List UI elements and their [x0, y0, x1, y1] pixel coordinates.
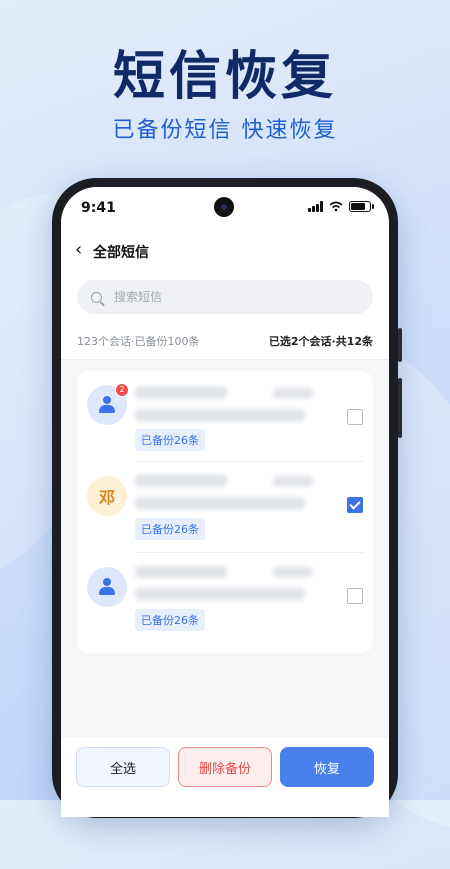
blurred-contact [135, 387, 227, 399]
search-box[interactable] [77, 280, 373, 314]
status-time: 9:41 [81, 200, 116, 216]
promo-subline: 已备份短信 快速恢复 [112, 118, 338, 143]
search-input[interactable] [112, 289, 356, 305]
blurred-contact [135, 475, 227, 487]
select-checkbox[interactable] [347, 588, 363, 604]
chevron-left-icon[interactable]: ‹ [75, 239, 82, 260]
backup-summary: 123个会话·已备份100条 [77, 335, 200, 348]
power-button [398, 378, 402, 438]
person-icon [98, 578, 116, 596]
volume-button [398, 328, 402, 362]
select-all-button[interactable]: 全选 [76, 747, 170, 787]
phone-screen: 9:41 ‹ 全部短信 搜索短信 123个会话·已备份100条 已选2个会话·共… [61, 187, 389, 817]
conversation-list: 2 已备份26条 邓 已备份26条 已备份26条 [77, 371, 373, 653]
blurred-time [273, 567, 313, 577]
search-area [61, 271, 389, 323]
backup-tag: 已备份26条 [135, 518, 205, 540]
conversation-row[interactable]: 邓 已备份26条 [77, 462, 373, 552]
blurred-preview [135, 497, 305, 509]
status-bar: 9:41 [61, 187, 389, 231]
summary-bar: 123个会话·已备份100条 已选2个会话·共12条 [61, 323, 389, 360]
select-checkbox[interactable] [347, 497, 363, 513]
blurred-time [273, 476, 313, 486]
person-icon [98, 396, 116, 414]
conversation-row[interactable]: 2 已备份26条 [77, 371, 373, 461]
status-icons [308, 201, 374, 212]
promo-headline: 短信恢复 [112, 47, 337, 107]
blurred-preview [135, 588, 305, 600]
action-bar: 全选 删除备份 恢复 [61, 738, 389, 817]
blurred-preview [135, 409, 305, 421]
signal-icon [308, 201, 323, 212]
backup-tag: 已备份26条 [135, 609, 205, 631]
delete-backup-button[interactable]: 删除备份 [178, 747, 272, 787]
blurred-time [273, 388, 313, 398]
nav-bar: ‹ 全部短信 [61, 231, 389, 271]
blurred-contact [135, 566, 227, 578]
page-title: 全部短信 [93, 245, 149, 261]
restore-button[interactable]: 恢复 [280, 747, 374, 787]
unread-badge: 2 [115, 383, 129, 397]
battery-icon [349, 201, 374, 212]
search-icon [91, 291, 102, 303]
avatar: 邓 [87, 476, 127, 516]
phone-frame: 9:41 ‹ 全部短信 搜索短信 123个会话·已备份100条 已选2个会话·共… [52, 178, 402, 818]
backup-tag: 已备份26条 [135, 429, 205, 451]
avatar [87, 567, 127, 607]
wifi-icon [329, 201, 343, 212]
conversation-row[interactable]: 已备份26条 [77, 553, 373, 643]
selection-summary: 已选2个会话·共12条 [268, 335, 373, 348]
select-checkbox[interactable] [347, 409, 363, 425]
camera-icon [214, 197, 234, 217]
